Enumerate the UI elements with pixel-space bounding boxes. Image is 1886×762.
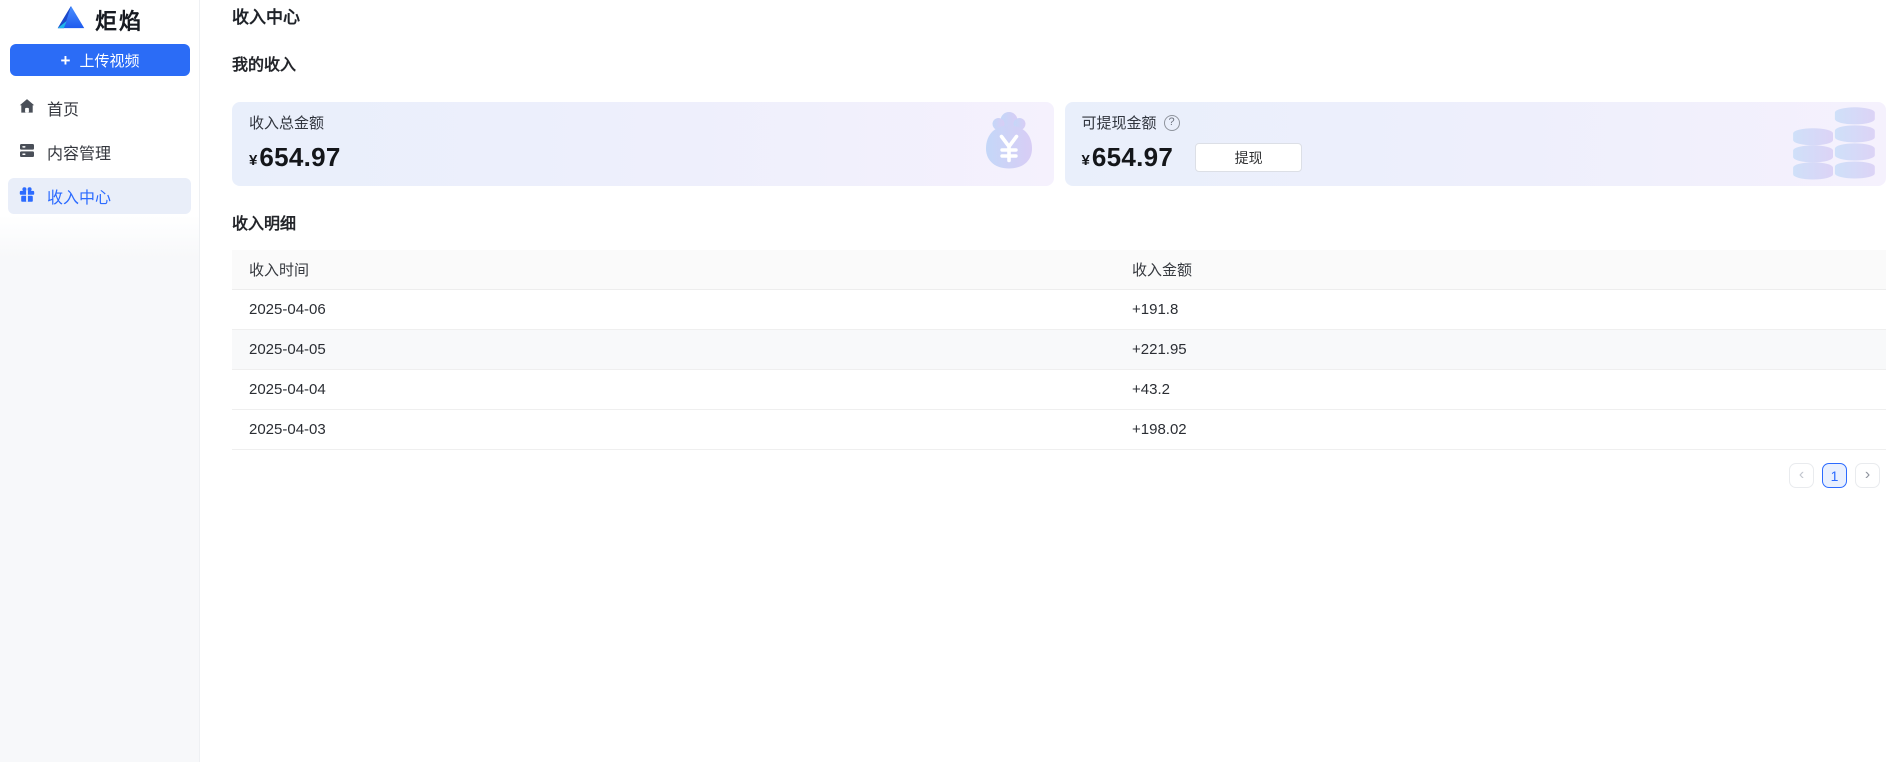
app-logo: 炬焰 — [0, 0, 199, 34]
income-date: 2025-04-03 — [232, 421, 1132, 438]
total-income-card: 收入总金额 ¥ 654.97 — [232, 102, 1054, 186]
content-manage-icon — [18, 141, 36, 164]
withdrawable-amount: 654.97 — [1092, 142, 1173, 173]
plus-icon: + — [61, 52, 71, 69]
income-details-section-title: 收入明细 — [232, 215, 1886, 235]
page-number-button[interactable]: 1 — [1822, 463, 1847, 488]
currency-symbol: ¥ — [1082, 152, 1090, 169]
money-bag-icon — [977, 111, 1041, 178]
column-header-income-amount: 收入金额 — [1132, 259, 1886, 280]
income-date: 2025-04-06 — [232, 301, 1132, 318]
income-amount: +191.8 — [1132, 301, 1886, 318]
app-name: 炬焰 — [95, 4, 143, 36]
column-header-income-time: 收入时间 — [232, 259, 1132, 280]
withdraw-button[interactable]: 提现 — [1195, 143, 1302, 172]
currency-symbol: ¥ — [249, 152, 257, 169]
table-row[interactable]: 2025-04-05 +221.95 — [232, 330, 1886, 370]
total-income-amount: 654.97 — [259, 142, 340, 173]
withdrawable-label: 可提现金额 — [1082, 112, 1157, 133]
income-details-table: 收入时间 收入金额 2025-04-06 +191.8 2025-04-05 +… — [232, 250, 1886, 450]
coin-stack-icon — [1791, 104, 1875, 185]
my-income-section-title: 我的收入 — [232, 56, 1886, 76]
table-row[interactable]: 2025-04-04 +43.2 — [232, 370, 1886, 410]
pagination: ‹ 1 › — [232, 463, 1886, 488]
sidebar-item-content-manage[interactable]: 内容管理 — [8, 134, 191, 170]
table-row[interactable]: 2025-04-06 +191.8 — [232, 290, 1886, 330]
income-amount: +43.2 — [1132, 381, 1886, 398]
logo-triangle-icon — [56, 4, 86, 36]
main-content: 收入中心 我的收入 收入总金额 ¥ 654.97 — [201, 0, 1886, 762]
chevron-left-icon[interactable]: ‹ — [1789, 463, 1814, 488]
page-title: 收入中心 — [232, 8, 1886, 28]
sidebar-nav: 首页 内容管理 — [0, 90, 199, 214]
sidebar-item-home[interactable]: 首页 — [8, 90, 191, 126]
income-amount: +198.02 — [1132, 421, 1886, 438]
income-cards: 收入总金额 ¥ 654.97 — [232, 102, 1886, 186]
sidebar-item-label: 收入中心 — [47, 184, 111, 208]
withdrawable-card: 可提现金额 ? ¥ 654.97 提现 — [1065, 102, 1886, 186]
home-icon — [18, 97, 36, 120]
upload-video-button[interactable]: + 上传视频 — [10, 44, 190, 76]
sidebar-item-label: 首页 — [47, 96, 79, 120]
upload-video-label: 上传视频 — [79, 50, 139, 71]
chevron-right-icon[interactable]: › — [1855, 463, 1880, 488]
table-header-row: 收入时间 收入金额 — [232, 250, 1886, 290]
income-center-icon — [18, 185, 36, 208]
table-row[interactable]: 2025-04-03 +198.02 — [232, 410, 1886, 450]
total-income-label: 收入总金额 — [249, 112, 324, 133]
income-date: 2025-04-05 — [232, 341, 1132, 358]
sidebar-item-income-center[interactable]: 收入中心 — [8, 178, 191, 214]
income-date: 2025-04-04 — [232, 381, 1132, 398]
help-icon[interactable]: ? — [1164, 115, 1180, 131]
sidebar-item-label: 内容管理 — [47, 140, 111, 164]
sidebar: 炬焰 + 上传视频 首页 内容管理 — [0, 0, 200, 762]
income-amount: +221.95 — [1132, 341, 1886, 358]
